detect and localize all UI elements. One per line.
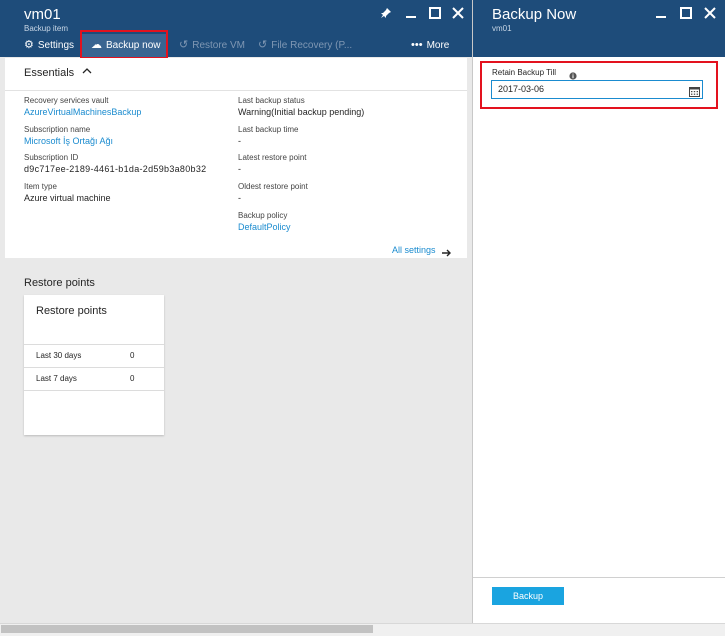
backup-now-blade-title: Backup Now	[492, 6, 577, 23]
restore-points-row: Last 30 days 0	[24, 344, 164, 367]
horizontal-scrollbar-thumb[interactable]	[1, 625, 373, 633]
chevron-up-icon[interactable]	[82, 66, 92, 79]
close-icon[interactable]	[703, 7, 717, 21]
close-icon[interactable]	[451, 7, 465, 21]
restore-points-row-label: Last 7 days	[36, 374, 77, 383]
minimize-icon[interactable]	[654, 7, 668, 21]
restore-points-tile[interactable]: Restore points Last 30 days 0 Last 7 day…	[24, 295, 164, 435]
restore-vm-label: Restore VM	[192, 40, 246, 51]
all-settings-link[interactable]: All settings	[392, 245, 436, 255]
backup-now-highlight	[80, 30, 168, 59]
restore-points-row-value: 0	[130, 351, 135, 360]
backup-now-blade-subtitle: vm01	[492, 24, 512, 33]
restore-vm-command[interactable]: ↺ Restore VM	[179, 34, 245, 56]
oldest-restore-point-value: -	[238, 193, 241, 203]
last-backup-status-label: Last backup status	[238, 96, 305, 105]
settings-label: Settings	[37, 40, 75, 51]
footer-divider	[473, 577, 725, 578]
minimize-icon[interactable]	[404, 7, 418, 21]
backup-policy-label: Backup policy	[238, 211, 288, 220]
subscription-id-label: Subscription ID	[24, 153, 79, 162]
more-command[interactable]: ••• More	[411, 34, 449, 56]
item-type-value: Azure virtual machine	[24, 193, 111, 203]
file-recovery-command[interactable]: ↺ File Recovery (P...	[258, 34, 352, 56]
restore-points-row-divider	[24, 390, 164, 391]
latest-restore-point-label: Latest restore point	[238, 153, 307, 162]
more-icon: •••	[411, 39, 423, 51]
restore-points-row-label: Last 30 days	[36, 351, 82, 360]
last-backup-time-label: Last backup time	[238, 125, 299, 134]
maximize-icon[interactable]	[428, 7, 442, 21]
vault-label: Recovery services vault	[24, 96, 109, 105]
backup-policy-link[interactable]: DefaultPolicy	[238, 222, 291, 232]
restore-points-row-value: 0	[130, 374, 135, 383]
restore-points-section-title: Restore points	[24, 277, 95, 289]
essentials-divider	[5, 90, 467, 91]
vault-link[interactable]: AzureVirtualMachinesBackup	[24, 107, 141, 117]
item-type-label: Item type	[24, 182, 57, 191]
restore-icon: ↺	[179, 39, 189, 51]
restore-points-row: Last 7 days 0	[24, 367, 164, 390]
pin-icon[interactable]	[379, 7, 393, 21]
blade-title: vm01	[24, 6, 61, 23]
restore-points-tile-title: Restore points	[36, 305, 107, 317]
settings-command[interactable]: ⚙ Settings	[24, 34, 74, 56]
more-label: More	[426, 40, 450, 51]
last-backup-status-value: Warning(Initial backup pending)	[238, 107, 365, 117]
file-recovery-icon: ↺	[258, 39, 268, 51]
file-recovery-label: File Recovery (P...	[271, 40, 353, 51]
subscription-id-value: d9c717ee-2189-4461-b1da-2d59b3a80b32	[24, 164, 207, 174]
retain-backup-till-highlight	[480, 61, 718, 109]
subscription-name-link[interactable]: Microsoft İş Ortağı Ağı	[24, 136, 113, 146]
maximize-icon[interactable]	[679, 7, 693, 21]
oldest-restore-point-label: Oldest restore point	[238, 182, 308, 191]
subscription-name-label: Subscription name	[24, 125, 91, 134]
last-backup-time-value: -	[238, 136, 241, 146]
backup-button[interactable]: Backup	[492, 587, 564, 605]
gear-icon: ⚙	[24, 39, 34, 51]
blade-subtitle: Backup item	[24, 24, 69, 33]
arrow-right-icon[interactable]	[441, 245, 452, 263]
essentials-title[interactable]: Essentials	[24, 67, 74, 79]
latest-restore-point-value: -	[238, 164, 241, 174]
